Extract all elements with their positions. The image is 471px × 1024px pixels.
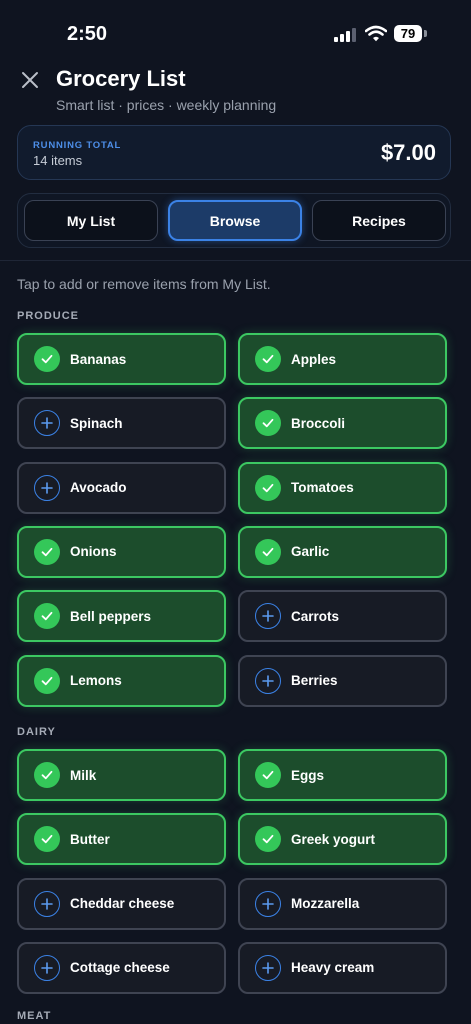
check-icon [255,410,281,437]
grocery-item-butter[interactable]: Butter [17,813,226,866]
grocery-item-label: Onions [70,544,117,560]
total-amount: $7.00 [380,140,436,165]
grocery-item-label: Bell peppers [70,608,152,624]
plus-icon [255,954,281,981]
plus-icon [34,954,60,981]
close-button[interactable] [16,66,44,94]
close-icon [22,72,38,88]
battery-tip [424,30,427,37]
cellular-signal-icon [334,28,356,42]
section-label-produce: PRODUCE [17,310,80,322]
grocery-item-eggs[interactable]: Eggs [238,749,447,801]
grocery-item-apples[interactable]: Apples [238,333,447,385]
grocery-item-spinach[interactable]: Spinach [17,397,226,450]
grocery-item-label: Heavy cream [291,960,375,976]
grocery-item-onions[interactable]: Onions [17,525,226,578]
running-total-label: RUNNING TOTAL [33,140,122,151]
wifi-icon [365,25,387,42]
grocery-item-label: Carrots [291,608,340,624]
grocery-item-label: Cheddar cheese [70,896,175,912]
check-icon [255,346,281,372]
grocery-item-label: Avocado [70,480,127,496]
status-time: 2:50 [67,23,108,45]
grocery-item-avocado[interactable]: Avocado [17,461,226,514]
check-icon [34,346,60,372]
check-icon [34,762,60,788]
section-label-dairy: DAIRY [17,726,56,738]
grocery-item-label: Eggs [291,767,325,783]
grocery-item-mozzarella[interactable]: Mozzarella [238,877,447,930]
grocery-item-bananas[interactable]: Bananas [17,333,226,385]
check-icon [255,826,281,853]
check-icon [34,667,60,694]
grocery-item-cottage-cheese[interactable]: Cottage cheese [17,941,226,994]
grocery-item-broccoli[interactable]: Broccoli [238,397,447,450]
check-icon [255,474,281,501]
grocery-item-greek-yogurt[interactable]: Greek yogurt [238,813,447,866]
tab-browse[interactable]: Browse [168,200,302,241]
grocery-item-label: Mozzarella [291,896,360,912]
plus-icon [34,474,60,501]
grocery-item-tomatoes[interactable]: Tomatoes [238,461,447,514]
grocery-item-label: Lemons [70,673,122,688]
grocery-item-label: Broccoli [291,415,346,431]
grocery-item-garlic[interactable]: Garlic [238,525,447,578]
check-icon [255,762,281,788]
grocery-item-berries[interactable]: Berries [238,654,447,707]
grocery-item-label: Greek yogurt [291,831,376,847]
grocery-item-lemons[interactable]: Lemons [17,654,226,707]
plus-icon [255,667,281,694]
check-icon [34,603,60,630]
battery-icon: 79 [394,25,422,42]
section-label-meat: MEAT [17,1010,52,1022]
grocery-item-carrots[interactable]: Carrots [238,590,447,643]
grocery-item-label: Garlic [291,544,330,560]
check-icon [34,538,60,565]
grocery-item-label: Spinach [70,415,123,431]
browse-hint: Tap to add or remove items from My List. [17,276,271,292]
grocery-item-heavy-cream[interactable]: Heavy cream [238,941,447,994]
page-title: Grocery List [56,66,186,91]
grocery-item-cheddar-cheese[interactable]: Cheddar cheese [17,877,226,930]
item-count: 14 items [33,153,83,168]
running-total-card: RUNNING TOTAL 14 items $7.00 [17,125,451,180]
grocery-item-label: Tomatoes [291,480,354,496]
grocery-item-label: Butter [70,831,110,847]
plus-icon [34,410,60,437]
grocery-item-label: Milk [70,767,97,783]
grocery-item-label: Bananas [70,351,127,367]
check-icon [255,538,281,565]
grocery-item-label: Berries [291,673,338,688]
grocery-item-milk[interactable]: Milk [17,749,226,801]
grocery-item-bell-peppers[interactable]: Bell peppers [17,590,226,643]
tab-recipes[interactable]: Recipes [312,200,446,241]
check-icon [34,826,60,853]
grocery-item-label: Cottage cheese [70,960,170,976]
tab-bar: My List Browse Recipes [17,193,451,248]
plus-icon [255,890,281,917]
status-bar: 2:50 79 [0,0,471,66]
divider [0,260,471,261]
plus-icon [255,603,281,630]
grocery-item-label: Apples [291,351,337,367]
plus-icon [34,890,60,917]
page-subtitle: Smart list · prices · weekly planning [56,97,277,113]
tab-my-list[interactable]: My List [24,200,158,241]
